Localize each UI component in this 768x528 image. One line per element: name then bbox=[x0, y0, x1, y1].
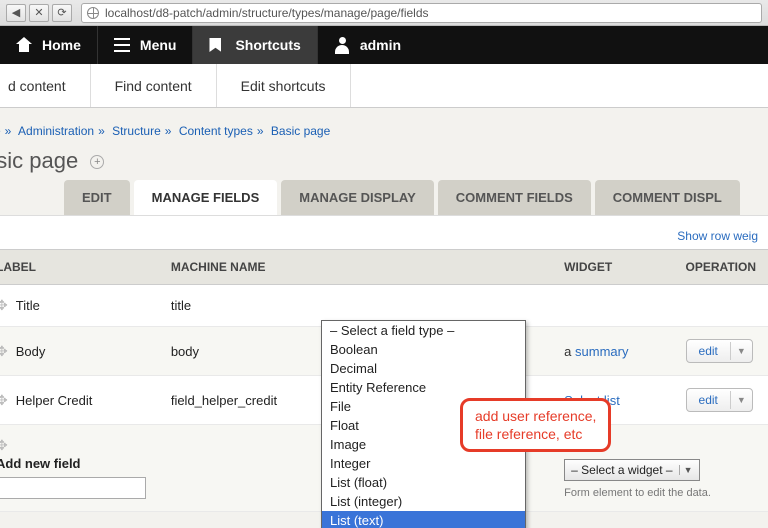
callout-line: add user reference, bbox=[475, 407, 596, 425]
toolbar-home[interactable]: Home bbox=[0, 26, 98, 64]
edit-button[interactable]: edit▼ bbox=[686, 339, 753, 363]
reload-button[interactable]: ⟳ bbox=[52, 4, 72, 22]
toolbar-shortcuts-label: Shortcuts bbox=[235, 37, 300, 53]
user-icon bbox=[334, 37, 350, 53]
dropdown-option[interactable]: Decimal bbox=[322, 359, 525, 378]
close-window-button[interactable]: ✕ bbox=[29, 4, 49, 22]
subtab-find-content[interactable]: Find content bbox=[91, 64, 217, 107]
bookmark-icon bbox=[209, 38, 225, 52]
field-machine: field_helper_credit bbox=[159, 376, 322, 425]
page-title: asic page + bbox=[0, 148, 768, 180]
arrow-left-icon: ◀ bbox=[12, 6, 20, 19]
new-field-label-input[interactable] bbox=[0, 477, 146, 499]
tab-comment-display[interactable]: COMMENT DISPL bbox=[595, 180, 740, 215]
drag-handle-icon[interactable]: ✥ bbox=[0, 392, 8, 408]
col-machine: MACHINE NAME bbox=[159, 250, 322, 285]
globe-icon bbox=[87, 7, 99, 19]
back-button[interactable]: ◀ bbox=[6, 4, 26, 22]
close-icon: ✕ bbox=[34, 6, 43, 19]
crumb-content-types[interactable]: Content types bbox=[179, 124, 253, 138]
widget-select[interactable]: – Select a widget – ▼ bbox=[564, 459, 699, 481]
toolbar-user[interactable]: admin bbox=[318, 26, 417, 64]
add-field-heading: Add new field bbox=[0, 454, 147, 471]
drag-handle-icon[interactable]: ✥ bbox=[0, 437, 8, 453]
show-row-weights-link[interactable]: Show row weig bbox=[677, 229, 758, 243]
annotation-callout: add user reference, file reference, etc bbox=[460, 398, 611, 452]
chevron-down-icon[interactable]: ▼ bbox=[730, 342, 752, 360]
widget-link[interactable]: summary bbox=[575, 344, 628, 359]
dropdown-option[interactable]: – Select a field type – bbox=[322, 321, 525, 340]
subtab-add-content[interactable]: d content bbox=[0, 64, 91, 107]
callout-line: file reference, etc bbox=[475, 425, 596, 443]
dropdown-option[interactable]: List (integer) bbox=[322, 492, 525, 511]
field-label: Helper Credit bbox=[16, 393, 93, 408]
field-label: Title bbox=[16, 298, 40, 313]
col-widget: WIDGET bbox=[552, 250, 673, 285]
breadcrumb: me» Administration» Structure» Content t… bbox=[0, 124, 768, 148]
tab-edit[interactable]: EDIT bbox=[64, 180, 130, 215]
dropdown-option[interactable]: Integer bbox=[322, 454, 525, 473]
toolbar-home-label: Home bbox=[42, 37, 81, 53]
col-label: LABEL bbox=[0, 250, 159, 285]
chevron-down-icon[interactable]: ▼ bbox=[730, 391, 752, 409]
toolbar-menu[interactable]: Menu bbox=[98, 26, 194, 64]
menu-icon bbox=[114, 38, 130, 52]
home-icon bbox=[16, 38, 32, 52]
field-machine: title bbox=[159, 285, 322, 327]
tab-manage-display[interactable]: MANAGE DISPLAY bbox=[281, 180, 434, 215]
col-fieldtype bbox=[322, 250, 552, 285]
widget-caption: Form element to edit the data. bbox=[564, 481, 756, 499]
admin-toolbar: Home Menu Shortcuts admin bbox=[0, 26, 768, 64]
shortcut-bar: d content Find content Edit shortcuts bbox=[0, 64, 768, 108]
subtab-edit-shortcuts[interactable]: Edit shortcuts bbox=[217, 64, 351, 107]
toolbar-menu-label: Menu bbox=[140, 37, 177, 53]
crumb-home[interactable]: me bbox=[0, 124, 1, 138]
chevron-down-icon: ▼ bbox=[679, 465, 697, 475]
crumb-basic-page[interactable]: Basic page bbox=[271, 124, 330, 138]
col-operations: OPERATION bbox=[674, 250, 768, 285]
dropdown-option[interactable]: Entity Reference bbox=[322, 378, 525, 397]
crumb-structure[interactable]: Structure bbox=[112, 124, 161, 138]
dropdown-option[interactable]: Boolean bbox=[322, 340, 525, 359]
dropdown-option[interactable]: List (float) bbox=[322, 473, 525, 492]
tab-manage-fields[interactable]: MANAGE FIELDS bbox=[134, 180, 278, 215]
url-bar[interactable]: localhost/d8-patch/admin/structure/types… bbox=[81, 3, 762, 23]
page-title-text: asic page bbox=[0, 148, 78, 173]
tab-comment-fields[interactable]: COMMENT FIELDS bbox=[438, 180, 591, 215]
edit-button[interactable]: edit▼ bbox=[686, 388, 753, 412]
field-machine: body bbox=[159, 327, 322, 376]
browser-chrome: ◀ ✕ ⟳ localhost/d8-patch/admin/structure… bbox=[0, 0, 768, 26]
add-shortcut-icon[interactable]: + bbox=[90, 155, 104, 169]
drag-handle-icon[interactable]: ✥ bbox=[0, 297, 8, 313]
toolbar-user-label: admin bbox=[360, 37, 401, 53]
toolbar-shortcuts[interactable]: Shortcuts bbox=[193, 26, 317, 64]
content-region: me» Administration» Structure» Content t… bbox=[0, 108, 768, 528]
dropdown-option[interactable]: List (text) bbox=[322, 511, 525, 528]
url-text: localhost/d8-patch/admin/structure/types… bbox=[105, 6, 429, 20]
primary-tabs: EDIT MANAGE FIELDS MANAGE DISPLAY COMMEN… bbox=[0, 180, 768, 215]
field-label: Body bbox=[16, 344, 46, 359]
reload-icon: ⟳ bbox=[57, 6, 66, 19]
crumb-admin[interactable]: Administration bbox=[18, 124, 94, 138]
drag-handle-icon[interactable]: ✥ bbox=[0, 343, 8, 359]
